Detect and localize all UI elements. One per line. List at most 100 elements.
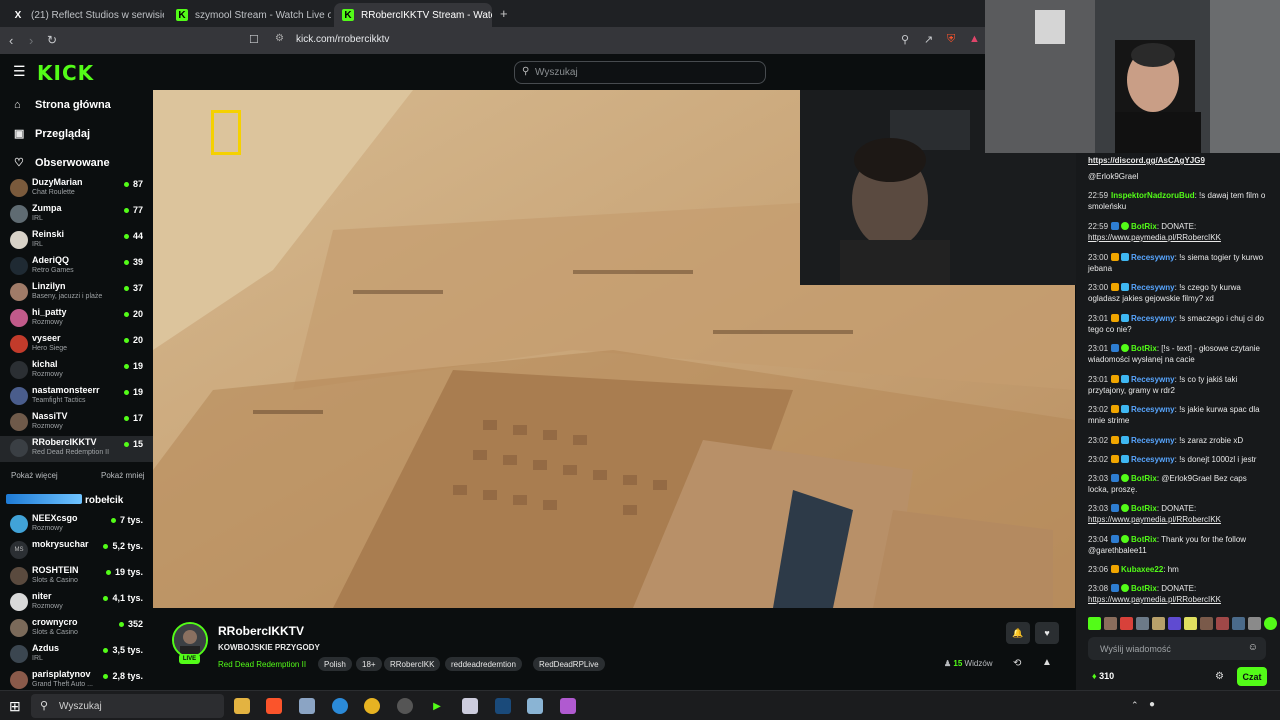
report-icon[interactable]: ▲ xyxy=(1042,657,1052,668)
stream-category[interactable]: Red Dead Redemption II xyxy=(218,660,306,669)
avatar xyxy=(10,619,28,637)
app-icon[interactable] xyxy=(527,698,543,714)
emote-icon[interactable] xyxy=(1088,617,1101,630)
menu-icon[interactable]: ☰ xyxy=(13,63,26,80)
recommended-channel[interactable]: crownycro Slots & Casino 352 xyxy=(0,616,153,642)
recommended-channel[interactable]: NEEXcsgo Rozmowy 7 tys. xyxy=(0,512,153,538)
viewer-count: 37 xyxy=(123,283,143,293)
nav-browse[interactable]: ▣ Przeglądaj xyxy=(14,127,91,141)
followed-channel[interactable]: Zumpa IRL 77 xyxy=(0,202,153,228)
recommended-channel[interactable]: niter Rozmowy 4,1 tys. xyxy=(0,590,153,616)
windows-start-icon[interactable]: ⊞ xyxy=(9,698,21,715)
emote-icon[interactable] xyxy=(1248,617,1261,630)
live-dot xyxy=(105,569,111,575)
recommended-channel[interactable]: ROSHTEIN Slots & Casino 19 tys. xyxy=(0,564,153,590)
app-icon[interactable] xyxy=(560,698,576,714)
emote-icon[interactable] xyxy=(1168,617,1181,630)
channel-name: mokrysuchar xyxy=(32,539,89,549)
channel-name[interactable]: RRobercIKKTV xyxy=(218,624,304,638)
show-less-link[interactable]: Pokaż mniej xyxy=(101,471,145,480)
emote-icon[interactable] xyxy=(1232,617,1245,630)
site-settings-icon[interactable]: ⚙ xyxy=(275,33,284,44)
chat-message: 22:59 InspektorNadzoruBud: !s dawaj tem f… xyxy=(1088,191,1266,211)
channel-category: Rozmowy xyxy=(32,603,63,610)
brave-browser-icon[interactable] xyxy=(266,698,282,714)
sidebar: ⌂ Strona główna ▣ Przeglądaj ♡ Obserwowa… xyxy=(0,90,153,690)
chat-input-placeholder: Wyślij wiadomość xyxy=(1100,643,1171,654)
tag[interactable]: RRobercIKK xyxy=(384,657,441,671)
app-icon[interactable] xyxy=(462,698,478,714)
chat-settings-icon[interactable]: ⚙ xyxy=(1215,671,1224,682)
nav-following[interactable]: ♡ Obserwowane xyxy=(14,156,110,170)
chat-message: 23:01 Recesywny: !s co ty jakiś taki przy… xyxy=(1088,375,1238,395)
tag[interactable]: Polish xyxy=(318,657,352,671)
recommended-channel[interactable]: parisplatynov Grand Theft Auto ... 2,8 t… xyxy=(0,668,153,690)
emote-icon[interactable] xyxy=(1136,617,1149,630)
channel-points[interactable]: ♦ 310 xyxy=(1092,671,1114,681)
emote-icon[interactable] xyxy=(1264,617,1277,630)
reload-icon[interactable]: ↻ xyxy=(47,33,57,47)
kick-app-icon[interactable]: ▶ xyxy=(429,698,445,714)
share-icon[interactable]: ↗ xyxy=(924,33,933,46)
nav-label: Przeglądaj xyxy=(35,127,91,140)
tag[interactable]: reddeadredemtion xyxy=(445,657,522,671)
pinned-link[interactable]: https://discord.gg/AsCAgYJG9 xyxy=(1088,156,1205,165)
followed-channel[interactable]: vyseer Hero Siege 20 xyxy=(0,332,153,358)
chat-message: 22:59 BotRix: DONATE: https://www.paymedi… xyxy=(1088,222,1221,242)
brave-shield-icon[interactable]: ⛨ xyxy=(947,33,955,46)
rewards-icon[interactable]: ▲ xyxy=(969,33,980,45)
notification-bell-button[interactable]: 🔔 xyxy=(1006,622,1030,644)
avatar xyxy=(10,257,28,275)
recommended-channel[interactable]: Azdus IRL 3,5 tys. xyxy=(0,642,153,668)
edge-icon[interactable] xyxy=(332,698,348,714)
heart-icon: ♥ xyxy=(1044,628,1050,638)
followed-channel[interactable]: hi_patty Rozmowy 20 xyxy=(0,306,153,332)
browser-tab-bar: X (21) Reflect Studios w serwisie X: „He… xyxy=(0,0,985,27)
app-icon[interactable] xyxy=(299,698,315,714)
tag[interactable]: RedDeadRPLive xyxy=(533,657,605,671)
file-explorer-icon[interactable] xyxy=(234,698,250,714)
browser-tab-active[interactable]: K RRobercIKKTV Stream - Watc ✕ xyxy=(334,3,492,27)
search-input[interactable]: ⚲ Wyszukaj xyxy=(514,61,766,84)
bookmark-icon[interactable]: ☐ xyxy=(249,33,259,46)
taskbar-search[interactable]: ⚲ Wyszukaj xyxy=(31,694,224,718)
browser-tab[interactable]: X (21) Reflect Studios w serwisie X: „He xyxy=(4,3,164,27)
new-tab-button[interactable]: + xyxy=(500,6,508,21)
emote-icon[interactable] xyxy=(1184,617,1197,630)
emote-icon[interactable] xyxy=(1200,617,1213,630)
followed-channel[interactable]: kichal Rozmowy 19 xyxy=(0,358,153,384)
followed-channel[interactable]: Reinski IRL 44 xyxy=(0,228,153,254)
followed-channel[interactable]: Linzilyn Baseny, jacuzzi i plaże 37 xyxy=(0,280,153,306)
followed-channel[interactable]: AderiQQ Retro Games 39 xyxy=(0,254,153,280)
chat-input[interactable]: Wyślij wiadomość ☺ xyxy=(1088,637,1266,660)
followed-channel[interactable]: NassiTV Rozmowy 17 xyxy=(0,410,153,436)
channel-avatar[interactable] xyxy=(172,622,208,658)
kick-logo[interactable]: KICK xyxy=(37,61,94,85)
emoji-icon[interactable]: ☺ xyxy=(1248,642,1258,653)
follow-button[interactable]: ♥ xyxy=(1035,622,1059,644)
emote-icon[interactable] xyxy=(1152,617,1165,630)
tag[interactable]: 18+ xyxy=(356,657,382,671)
browser-tab[interactable]: K szymool Stream - Watch Live on Kick xyxy=(168,3,331,27)
emote-icon[interactable] xyxy=(1120,617,1133,630)
back-icon[interactable]: ‹ xyxy=(9,33,13,48)
steam-icon[interactable] xyxy=(495,698,511,714)
avatar xyxy=(10,179,28,197)
emote-icon[interactable] xyxy=(1104,617,1117,630)
chrome-icon[interactable] xyxy=(364,698,380,714)
followed-channel[interactable]: nastamonsteerr Teamfight Tactics 19 xyxy=(0,384,153,410)
zoom-icon[interactable]: ⚲ xyxy=(901,33,909,46)
share-icon[interactable]: ⟲ xyxy=(1013,658,1021,669)
followed-channel-selected[interactable]: RRobercIKKTV Red Dead Redemption II 15 xyxy=(0,436,153,462)
recommended-channel[interactable]: MS mokrysuchar 5,2 tys. xyxy=(0,538,153,564)
tray-chevron-icon[interactable]: ⌃ xyxy=(1131,700,1139,711)
url-field[interactable]: kick.com/rrobercikktv xyxy=(296,34,389,45)
emote-icon[interactable] xyxy=(1216,617,1229,630)
obs-icon[interactable] xyxy=(397,698,413,714)
send-chat-button[interactable]: Czat xyxy=(1237,667,1267,686)
forward-icon[interactable]: › xyxy=(29,33,33,48)
mic-icon[interactable]: ● xyxy=(1149,699,1155,710)
show-more-link[interactable]: Pokaż więcej xyxy=(11,471,58,480)
nav-home[interactable]: ⌂ Strona główna xyxy=(14,99,111,111)
followed-channel[interactable]: DuzyMarian Chat Roulette 87 xyxy=(0,176,153,202)
